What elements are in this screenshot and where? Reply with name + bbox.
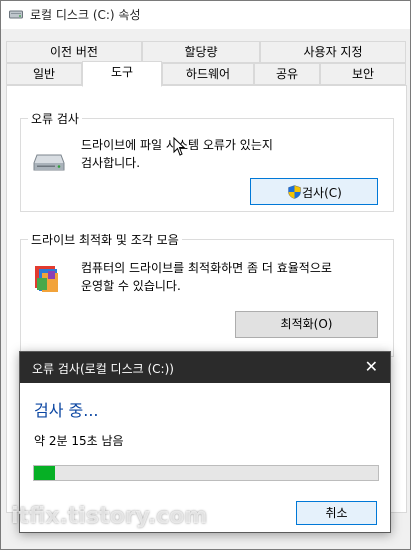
- optimize-button[interactable]: 최적화(O): [235, 311, 378, 338]
- error-check-title: 오류 검사: [28, 110, 82, 127]
- dialog-titlebar[interactable]: 오류 검사(로컬 디스크 (C:)) ✕: [20, 352, 390, 383]
- window-titlebar[interactable]: 로컬 디스크 (C:) 속성: [1, 1, 410, 29]
- uac-shield-icon: [288, 185, 301, 199]
- mouse-cursor-icon: [173, 137, 186, 156]
- close-icon[interactable]: ✕: [365, 357, 378, 376]
- optimize-description: 컴퓨터의 드라이브를 최적화하면 좀 더 효율적으로 운영할 수 있습니다.: [81, 261, 332, 293]
- tab-general[interactable]: 일반: [6, 63, 82, 85]
- time-remaining: 약 2분 15초 남음: [34, 434, 124, 448]
- cancel-button[interactable]: 취소: [296, 501, 377, 525]
- scan-status-heading: 검사 중...: [34, 401, 99, 420]
- dialog-title: 오류 검사(로컬 디스크 (C:)): [32, 362, 174, 376]
- tab-tools[interactable]: 도구: [82, 61, 162, 87]
- watermark: itfix.tistory.com: [11, 504, 208, 529]
- check-button[interactable]: 검사(C): [250, 178, 378, 205]
- tab-sharing[interactable]: 공유: [254, 63, 320, 85]
- window-title: 로컬 디스크 (C:) 속성: [30, 8, 141, 22]
- progress-bar: [33, 465, 379, 481]
- tab-quota[interactable]: 할당량: [142, 41, 260, 63]
- tab-strip: 이전 버전 할당량 사용자 지정 일반 도구 하드웨어 공유 보안: [6, 41, 406, 87]
- tab-previous-versions[interactable]: 이전 버전: [6, 41, 142, 63]
- tab-hardware[interactable]: 하드웨어: [162, 63, 254, 85]
- drive-icon: [9, 10, 23, 19]
- optimize-group: 드라이브 최적화 및 조각 모음 컴퓨터의 드라이브를 최적화하면 좀 더 효율…: [20, 231, 394, 357]
- check-button-label: 검사(C): [302, 186, 342, 200]
- error-check-group: 오류 검사 드라이브에 파일 시스템 오류가 있는지 검사합니다. 검사(C): [20, 110, 394, 212]
- properties-window: 로컬 디스크 (C:) 속성 이전 버전 할당량 사용자 지정 일반 도구 하드…: [0, 0, 411, 550]
- tab-security[interactable]: 보안: [320, 63, 406, 85]
- optimize-title: 드라이브 최적화 및 조각 모음: [28, 231, 182, 248]
- defrag-icon: [35, 266, 58, 292]
- progress-fill: [34, 466, 55, 480]
- tab-customize[interactable]: 사용자 지정: [260, 41, 406, 63]
- hard-drive-icon: [33, 154, 65, 171]
